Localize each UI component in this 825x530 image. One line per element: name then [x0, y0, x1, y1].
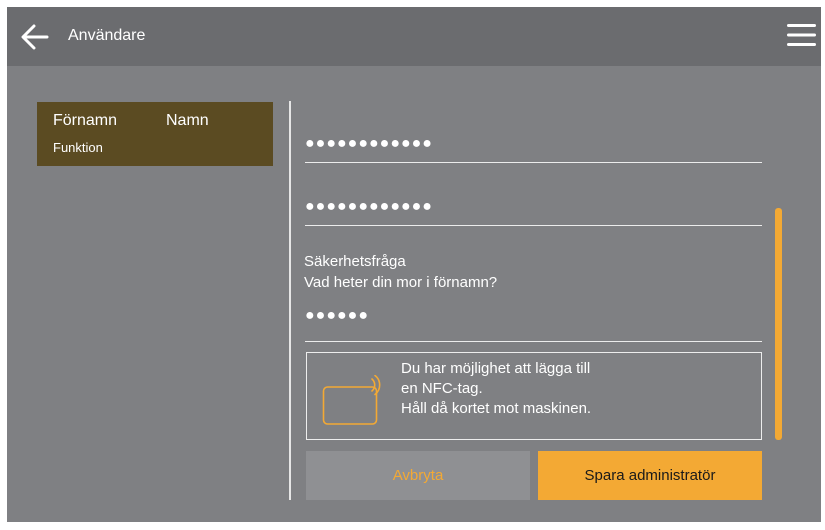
arrow-left-icon	[21, 24, 49, 50]
user-card[interactable]: Förnamn Namn Funktion	[37, 102, 273, 166]
password-confirm-value: ●●●●●●●●●●●●	[305, 198, 433, 215]
security-question-label: Säkerhetsfråga	[304, 253, 406, 270]
app-screen: Användare Förnamn Namn Funktion ●●●●●●●●…	[7, 7, 821, 522]
nfc-line-1: Du har möjlighet att lägga till	[401, 360, 591, 377]
page-title: Användare	[68, 27, 146, 44]
cancel-button[interactable]: Avbryta	[306, 451, 530, 500]
password-field[interactable]: ●●●●●●●●●●●●	[305, 126, 762, 163]
top-bar: Användare	[7, 7, 821, 66]
nfc-line-3: Håll då kortet mot maskinen.	[401, 400, 592, 417]
hamburger-menu-icon	[787, 24, 816, 46]
function-label: Funktion	[53, 140, 103, 155]
security-answer-field[interactable]: ●●●●●●	[305, 303, 762, 342]
menu-button[interactable]	[787, 23, 816, 47]
last-name-label: Namn	[166, 112, 209, 129]
nfc-card-icon	[322, 375, 381, 425]
nfc-info-box: Du har möjlighet att lägga till en NFC-t…	[306, 352, 762, 440]
nfc-instructions: Du har möjlighet att lägga till en NFC-t…	[401, 359, 591, 419]
back-button[interactable]	[21, 24, 49, 50]
save-administrator-button[interactable]: Spara administratör	[538, 451, 762, 500]
security-question-text[interactable]: Vad heter din mor i förnamn?	[304, 274, 497, 291]
vertical-divider	[289, 101, 291, 500]
password-value: ●●●●●●●●●●●●	[305, 135, 433, 152]
password-confirm-field[interactable]: ●●●●●●●●●●●●	[305, 189, 762, 226]
first-name-label: Förnamn	[53, 112, 118, 129]
scrollbar-thumb[interactable]	[775, 208, 782, 440]
nfc-line-2: en NFC-tag.	[401, 380, 483, 397]
security-answer-value: ●●●●●●	[305, 307, 369, 324]
